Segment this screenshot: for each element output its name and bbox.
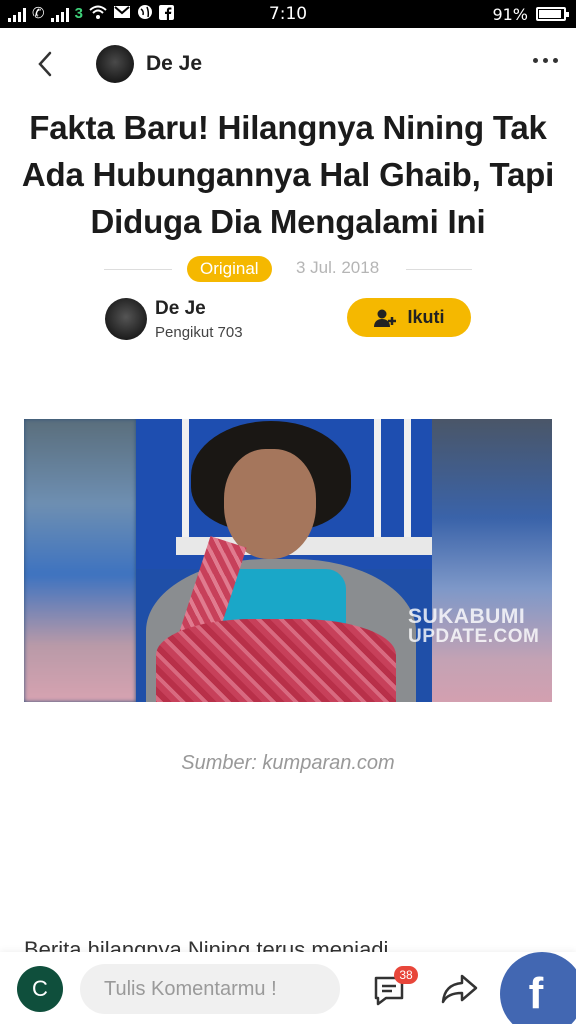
status-icons-right: 91% (492, 4, 569, 24)
divider (406, 269, 472, 270)
battery-level-fill (539, 10, 561, 18)
comment-count-badge: 38 (394, 966, 418, 984)
image-blur-right (432, 419, 552, 702)
image-watermark: SUKABUMI UPDATE.COM (408, 605, 540, 647)
image-caption: Sumber: kumparan.com (181, 752, 395, 774)
author-followers: Pengikut 703 (155, 324, 243, 341)
status-time: 7:10 (268, 4, 308, 24)
add-user-icon (374, 309, 397, 327)
watermark-line-1: SUKABUMI (408, 605, 526, 628)
divider (104, 269, 172, 270)
bottom-bar: C 38 f (0, 952, 576, 1024)
comment-input[interactable] (80, 964, 340, 1014)
facebook-share-button[interactable]: f (500, 952, 576, 1024)
follow-button[interactable]: Ikuti (347, 298, 471, 337)
more-options-icon[interactable] (533, 58, 558, 63)
author-avatar[interactable] (105, 298, 147, 340)
article-image[interactable]: SUKABUMI UPDATE.COM (24, 419, 552, 702)
article-meta: Original 3 Jul. 2018 (0, 254, 576, 284)
user-avatar[interactable]: C (17, 966, 63, 1012)
publish-date: 3 Jul. 2018 (296, 258, 380, 277)
header-author-avatar[interactable] (96, 45, 134, 83)
battery-percent: 91% (492, 4, 528, 24)
author-name[interactable]: De Je (155, 298, 206, 320)
facebook-icon: f (528, 969, 544, 1018)
back-button[interactable] (30, 48, 62, 80)
header-author-name[interactable]: De Je (146, 52, 202, 76)
image-photo (136, 419, 432, 702)
image-blur-left (24, 419, 136, 702)
watermark-line-2: UPDATE.COM (408, 626, 540, 647)
original-badge: Original (187, 256, 272, 282)
battery-icon (536, 7, 569, 21)
follow-label: Ikuti (407, 307, 445, 327)
share-button[interactable] (440, 972, 480, 1006)
share-icon (441, 974, 478, 1004)
status-bar: ✆ 3 7:10 91% (0, 0, 576, 28)
article-header: De Je (0, 28, 576, 100)
article-title: Fakta Baru! Hilangnya Nining Tak Ada Hub… (21, 109, 555, 240)
chevron-left-icon (38, 51, 52, 77)
